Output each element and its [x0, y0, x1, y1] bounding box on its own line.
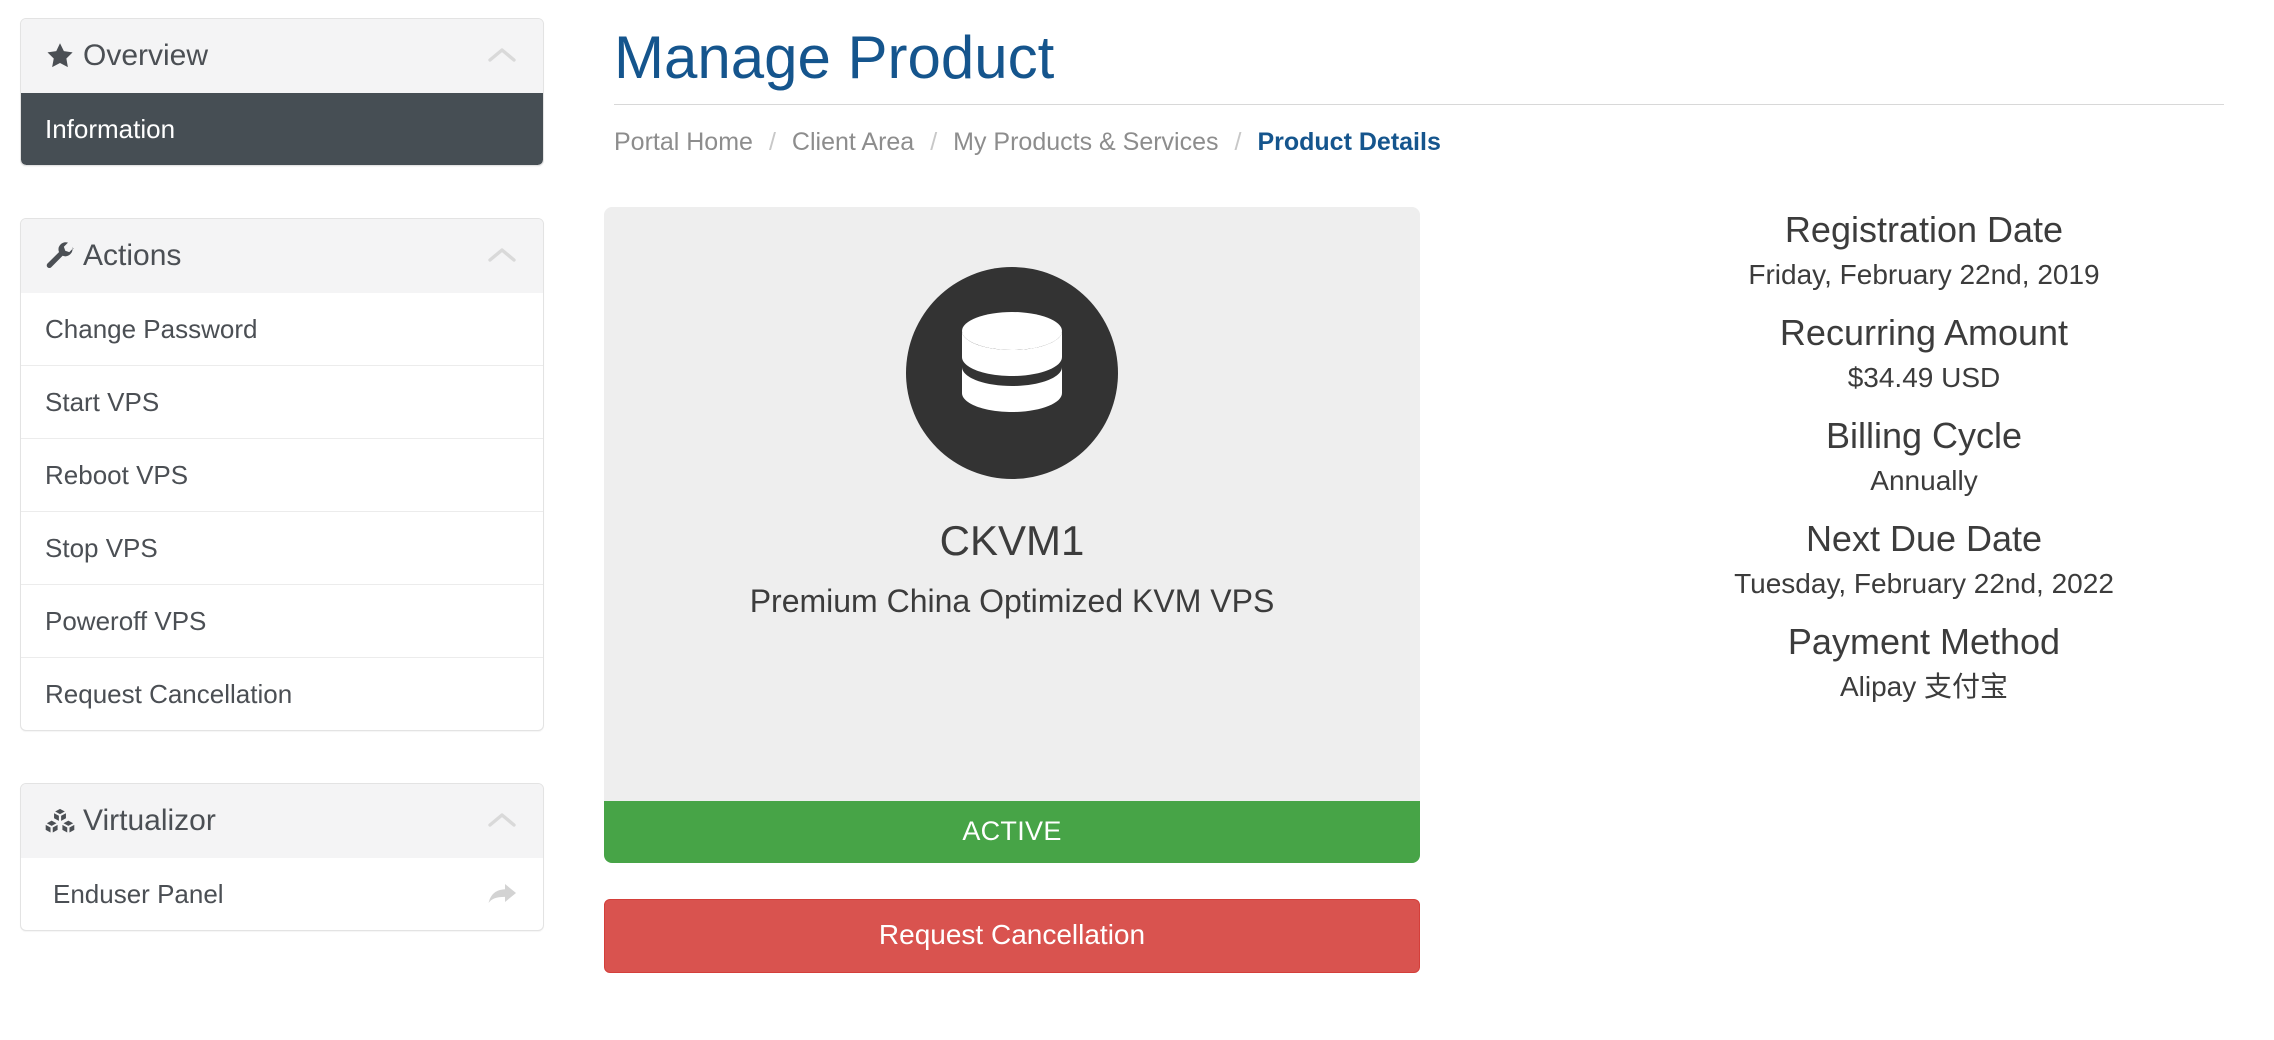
wrench-icon	[45, 241, 79, 271]
detail-value: Tuesday, February 22nd, 2022	[1734, 568, 2114, 599]
sidebar-item-label: Request Cancellation	[45, 679, 293, 709]
breadcrumb-separator: /	[768, 128, 776, 156]
breadcrumb-separator: /	[930, 128, 938, 156]
detail-value: Annually	[1870, 465, 1978, 496]
detail-value: Friday, February 22nd, 2019	[1748, 259, 2100, 290]
detail-label: Payment Method	[1787, 621, 2061, 662]
sidebar-item-request-cancellation[interactable]: Request Cancellation	[21, 658, 543, 730]
breadcrumb-separator: /	[1234, 128, 1242, 156]
sidebar-panel-actions-title: Actions	[83, 239, 182, 272]
sidebar-item-stop-vps[interactable]: Stop VPS	[21, 512, 543, 584]
request-cancellation-button[interactable]: Request Cancellation	[604, 899, 1420, 973]
product-details-summary: Registration Date Friday, February 22nd,…	[1564, 207, 2274, 722]
sidebar-item-label: Reboot VPS	[45, 460, 189, 490]
sidebar-item-label: Poweroff VPS	[45, 606, 207, 636]
main-content: Manage Product Portal Home / Client Area…	[604, 0, 2274, 973]
sidebar-panel-virtualizor-title-wrap: Virtualizor	[45, 803, 485, 839]
breadcrumb-item-product-details[interactable]: Product Details	[1257, 127, 1440, 157]
sidebar-item-reboot-vps[interactable]: Reboot VPS	[21, 439, 543, 511]
sidebar-item-label: Enduser Panel	[53, 879, 224, 909]
database-icon	[956, 310, 1068, 437]
sidebar-item-label: Information	[45, 114, 176, 144]
sidebar-item-information[interactable]: Information	[21, 93, 543, 165]
sidebar-panel-virtualizor-header[interactable]: Virtualizor	[21, 784, 543, 858]
sidebar-item-label: Change Password	[45, 314, 258, 344]
list-item: Reboot VPS	[21, 438, 543, 511]
list-item: Request Cancellation	[21, 657, 543, 730]
sidebar-item-label: Stop VPS	[45, 533, 158, 563]
breadcrumb-item-my-products-services[interactable]: My Products & Services	[953, 127, 1218, 157]
sidebar-panel-virtualizor-list: Enduser Panel	[21, 858, 543, 930]
page-title: Manage Product	[614, 24, 1055, 91]
detail-label: Recurring Amount	[1779, 312, 2069, 353]
sidebar-panel-actions-header[interactable]: Actions	[21, 219, 543, 293]
list-item: Enduser Panel	[21, 858, 543, 930]
detail-label: Registration Date	[1784, 209, 2064, 250]
detail-next-due-date: Next Due Date Tuesday, February 22nd, 20…	[1564, 516, 2274, 603]
sidebar-item-start-vps[interactable]: Start VPS	[21, 366, 543, 438]
sidebar-panel-overview-title: Overview	[83, 39, 209, 72]
breadcrumb-item-portal-home[interactable]: Portal Home	[614, 127, 753, 157]
product-card: CKVM1 Premium China Optimized KVM VPS AC…	[604, 207, 1420, 973]
sidebar-panel-overview-title-wrap: Overview	[45, 38, 485, 74]
sidebar-item-poweroff-vps[interactable]: Poweroff VPS	[21, 585, 543, 657]
star-icon	[45, 41, 79, 71]
product-details-page: Overview Information Actions Change Pass…	[0, 0, 2274, 1040]
sidebar: Overview Information Actions Change Pass…	[20, 18, 544, 983]
sidebar-item-change-password[interactable]: Change Password	[21, 293, 543, 365]
sidebar-panel-overview-list: Information	[21, 93, 543, 165]
list-item: Stop VPS	[21, 511, 543, 584]
sidebar-panel-overview-header[interactable]: Overview	[21, 19, 543, 93]
detail-label: Billing Cycle	[1825, 415, 2023, 456]
sidebar-item-label: Start VPS	[45, 387, 160, 417]
list-item: Start VPS	[21, 365, 543, 438]
detail-value: $34.49 USD	[1847, 362, 2001, 393]
product-name: CKVM1	[939, 517, 1085, 564]
external-link-arrow-icon	[485, 879, 519, 909]
list-item: Change Password	[21, 293, 543, 365]
product-card-body: CKVM1 Premium China Optimized KVM VPS	[604, 207, 1420, 801]
sidebar-item-enduser-panel[interactable]: Enduser Panel	[21, 858, 543, 930]
detail-recurring-amount: Recurring Amount $34.49 USD	[1564, 310, 2274, 397]
sidebar-panel-actions-title-wrap: Actions	[45, 238, 485, 274]
detail-label: Next Due Date	[1805, 518, 2043, 559]
sidebar-panel-virtualizor-title: Virtualizor	[83, 804, 216, 837]
sidebar-panel-virtualizor: Virtualizor Enduser Panel	[20, 783, 544, 931]
sidebar-panel-actions: Actions Change Password Start VPS Reboot…	[20, 218, 544, 731]
sidebar-panel-actions-list: Change Password Start VPS Reboot VPS Sto…	[21, 293, 543, 730]
chevron-up-icon[interactable]	[485, 810, 519, 832]
sidebar-panel-overview: Overview Information	[20, 18, 544, 166]
detail-registration-date: Registration Date Friday, February 22nd,…	[1564, 207, 2274, 294]
cubes-icon	[45, 808, 79, 834]
breadcrumb: Portal Home / Client Area / My Products …	[604, 105, 2274, 157]
chevron-up-icon[interactable]	[485, 245, 519, 267]
detail-value: Alipay 支付宝	[1839, 671, 2009, 702]
detail-payment-method: Payment Method Alipay 支付宝	[1564, 619, 2274, 706]
status-badge: ACTIVE	[604, 801, 1420, 863]
list-item: Information	[21, 93, 543, 165]
list-item: Poweroff VPS	[21, 584, 543, 657]
avatar	[906, 267, 1118, 479]
chevron-up-icon[interactable]	[485, 45, 519, 67]
detail-billing-cycle: Billing Cycle Annually	[1564, 413, 2274, 500]
product-description: Premium China Optimized KVM VPS	[749, 583, 1275, 619]
breadcrumb-item-client-area[interactable]: Client Area	[792, 127, 914, 157]
